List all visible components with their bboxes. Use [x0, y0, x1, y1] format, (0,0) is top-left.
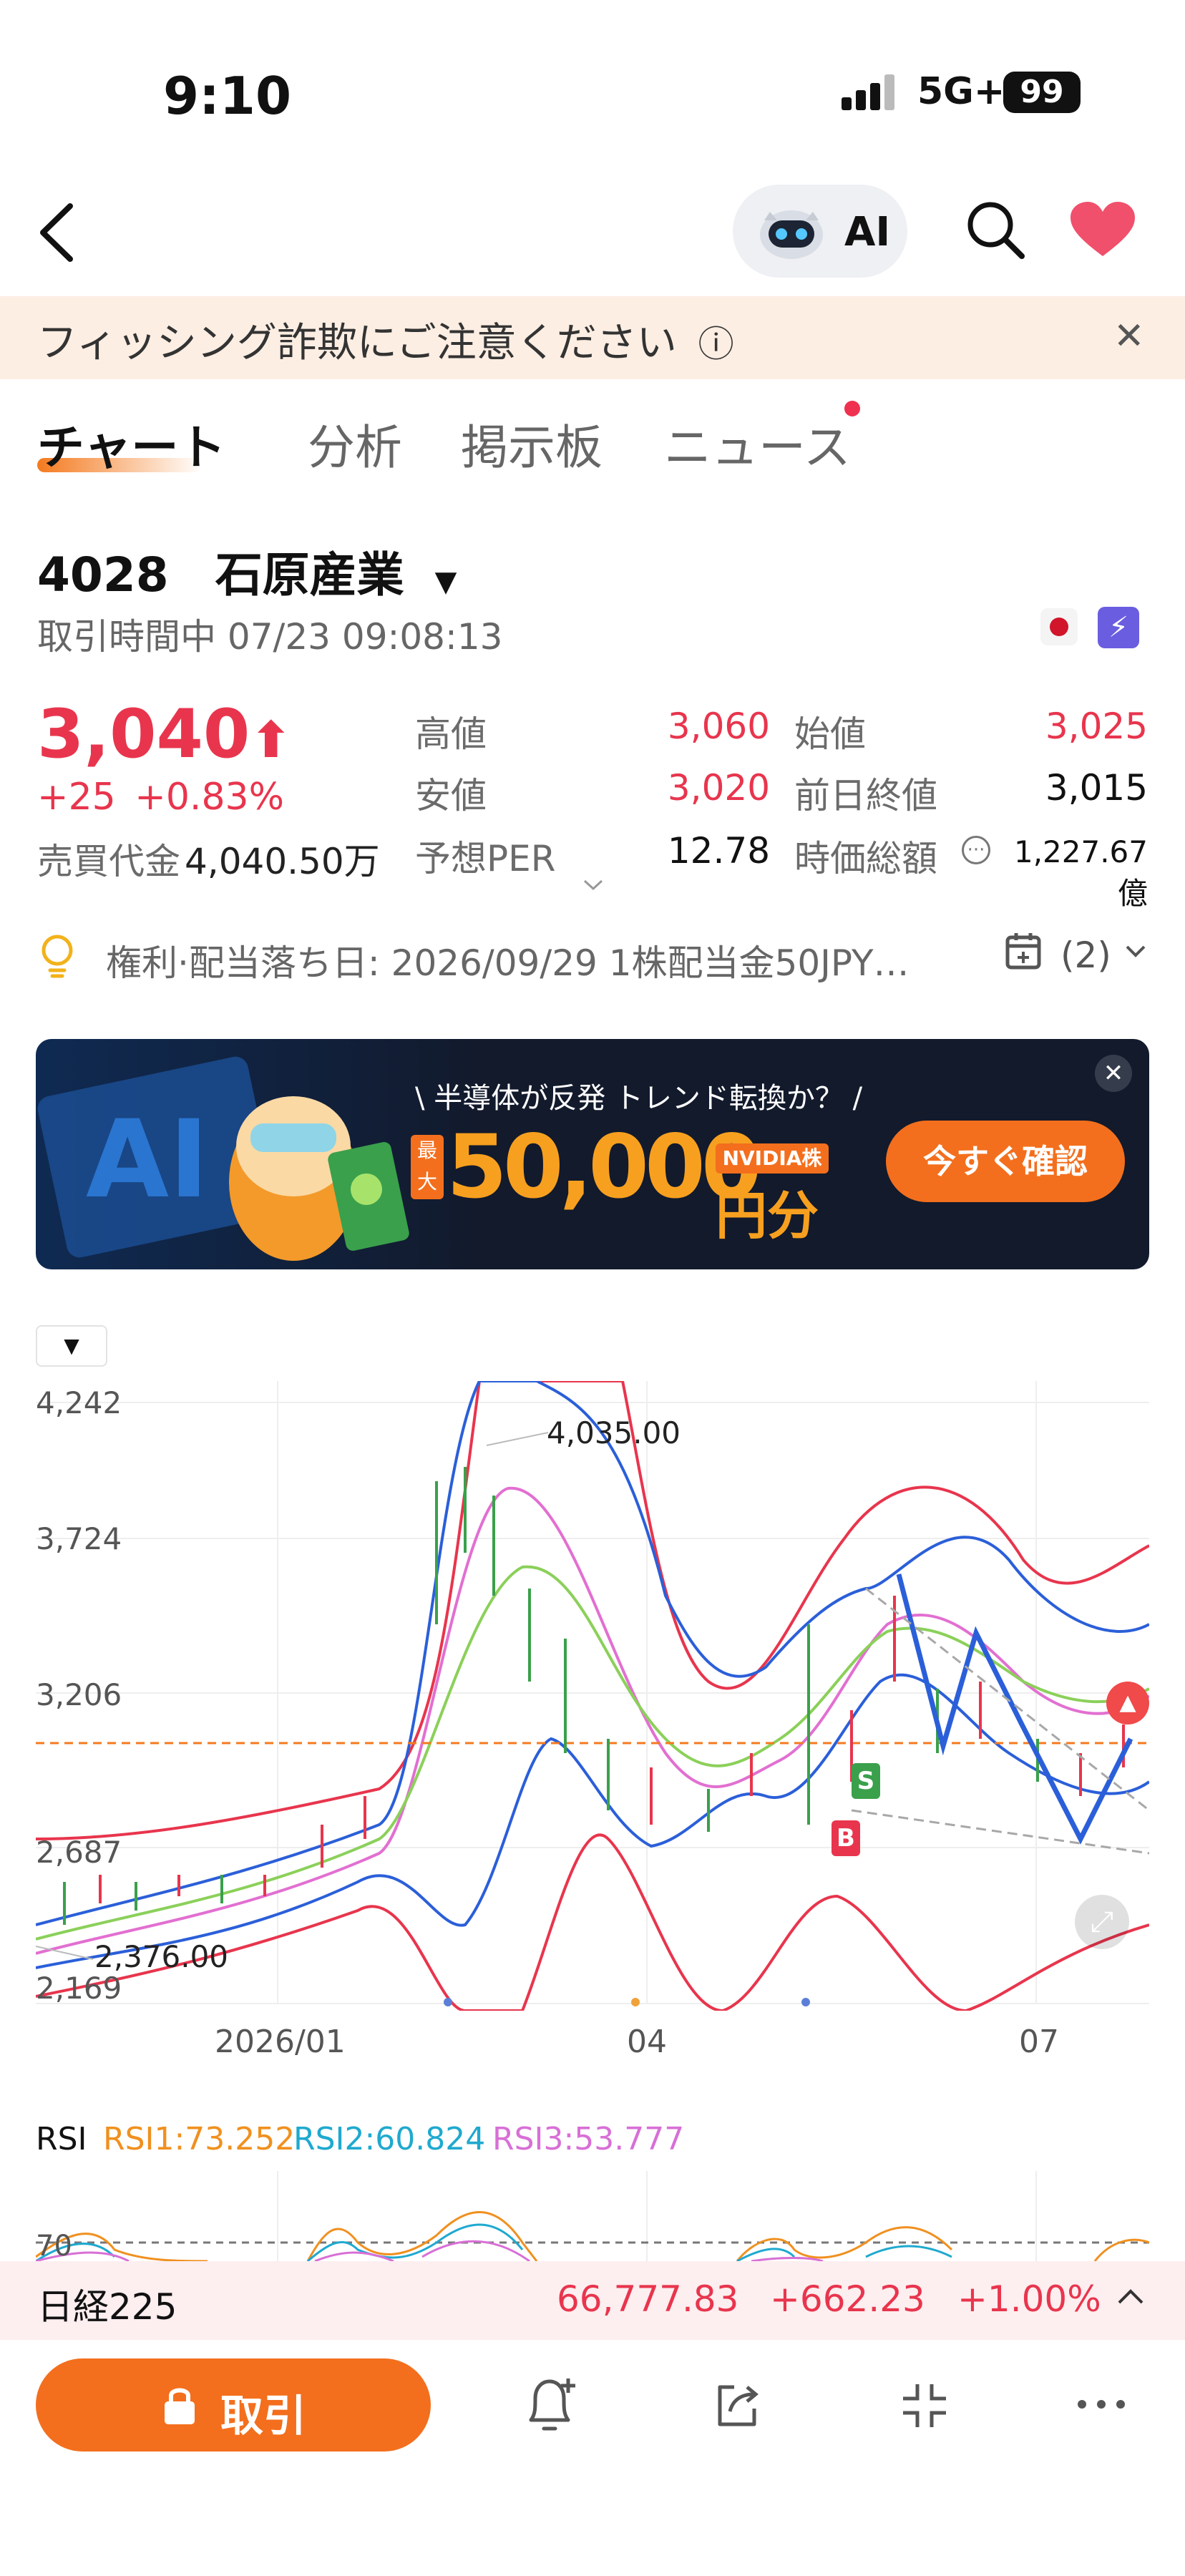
collapse-icon[interactable] [900, 2381, 949, 2430]
open-label: 始値 [794, 713, 866, 755]
mcap-value: 1,227.67億 [1013, 834, 1148, 911]
prev-close-label: 前日終値 [794, 775, 937, 816]
chart-type-dropdown[interactable]: ▼ [36, 1325, 107, 1367]
news-unread-dot [844, 401, 860, 416]
price-chart[interactable] [36, 1381, 1149, 2011]
y-tick: 3,724 [36, 1521, 122, 1556]
per-label: 予想PER [415, 838, 556, 879]
banner-amount-prefix: 最大 [411, 1135, 444, 1199]
banner-amount: 50,000 [447, 1116, 762, 1218]
prev-close-value: 3,015 [1045, 767, 1148, 809]
stock-name: 石原産業 [215, 547, 404, 602]
nikkei-change: +662.23 [770, 2278, 925, 2320]
tab-news[interactable]: ニュース [664, 409, 851, 478]
back-arrow-icon[interactable] [34, 200, 77, 265]
close-icon[interactable]: ✕ [1113, 315, 1145, 358]
low-label: 安値 [415, 775, 487, 816]
favorite-heart-icon[interactable] [1071, 202, 1135, 259]
status-time: 9:10 [163, 66, 292, 126]
dividend-count[interactable]: (2) [1060, 935, 1111, 976]
stock-title[interactable]: 4028 石原産業 ▼ [37, 537, 457, 605]
banner-amount-suffix: 円分 [716, 1186, 819, 1246]
share-icon[interactable] [713, 2380, 763, 2430]
info-icon[interactable]: ⓘ [698, 323, 734, 365]
rsi-chart[interactable] [36, 2171, 1149, 2261]
nikkei-percent: +1.00% [957, 2278, 1101, 2320]
stock-code: 4028 [37, 547, 169, 602]
expand-stats-icon[interactable] [582, 879, 604, 892]
lightning-level2-icon[interactable]: ⚡ [1098, 607, 1139, 648]
chevron-down-icon[interactable]: ▼ [435, 565, 457, 598]
y-tick: 2,169 [36, 1971, 122, 2006]
trade-label: 取引 [220, 2391, 306, 2441]
warning-label: フィッシング詐欺にご注意ください [37, 320, 677, 366]
turnover-value: 4,040.50万 [185, 841, 380, 882]
battery-icon: 99 [1003, 72, 1081, 113]
open-value: 3,025 [1045, 706, 1148, 747]
add-alert-bell-icon[interactable] [522, 2374, 580, 2436]
rsi-title[interactable]: RSI [36, 2121, 87, 2157]
nvidia-tag: NVIDIA株 [716, 1143, 829, 1174]
price-change: +25 +0.83% [37, 776, 284, 819]
tab-analysis[interactable]: 分析 [308, 409, 402, 478]
rsi3-value: RSI3:53.777 [492, 2121, 685, 2157]
y-tick: 4,242 [36, 1385, 122, 1420]
low-annotation: 2,376.00 [94, 1939, 229, 1974]
y-tick: 3,206 [36, 1677, 122, 1712]
banner-close-icon[interactable]: ✕ [1095, 1055, 1132, 1092]
japan-flag-icon [1040, 608, 1078, 645]
chevron-down-icon[interactable] [1125, 945, 1146, 959]
turnover: 売買代金 4,040.50万 [37, 833, 380, 884]
change-amount: +25 [37, 776, 116, 819]
lightbulb-icon [42, 935, 73, 978]
low-value: 3,020 [667, 767, 770, 809]
more-options-icon[interactable] [1076, 2397, 1126, 2411]
ai-robot-icon [760, 210, 823, 259]
trade-button[interactable]: 取引 [36, 2358, 431, 2451]
price-value: 3,040 [37, 696, 250, 774]
turnover-label: 売買代金 [37, 841, 180, 882]
high-label: 高値 [415, 713, 487, 755]
tab-chart[interactable]: チャート [37, 409, 225, 478]
x-tick: 04 [627, 2024, 667, 2060]
nikkei-value: 66,777.83 [557, 2278, 739, 2320]
tab-board[interactable]: 掲示板 [461, 409, 603, 478]
mcap-label: 時価総額 [794, 838, 937, 879]
dividend-info[interactable]: 権利·配当落ち日: 2026/09/29 1株配当金50JPY… [106, 935, 910, 986]
rsi1-value: RSI1:73.252 [103, 2121, 296, 2157]
cellular-signal-icon [842, 74, 894, 110]
buy-marker[interactable]: B [832, 1820, 860, 1856]
search-icon[interactable] [965, 199, 1026, 260]
trading-status: 取引時間中 07/23 09:08:13 [37, 616, 503, 658]
ai-label: AI [844, 209, 891, 255]
y-tick: 2,687 [36, 1835, 122, 1870]
chevron-up-icon[interactable] [1116, 2287, 1145, 2306]
rsi2-value: RSI2:60.824 [293, 2121, 486, 2157]
banner-confirm-button[interactable]: 今すぐ確認 [886, 1121, 1125, 1202]
nikkei-name: 日経225 [37, 2286, 177, 2328]
network-type: 5G+ [917, 70, 1005, 113]
sell-marker[interactable]: S [852, 1763, 880, 1799]
per-value: 12.78 [667, 830, 770, 872]
high-value: 3,060 [667, 706, 770, 747]
lock-icon [165, 2388, 195, 2424]
high-annotation: 4,035.00 [547, 1415, 681, 1450]
phishing-warning-text[interactable]: フィッシング詐欺にご注意ください ⓘ [37, 311, 734, 369]
up-arrow-icon: ⬆ [250, 711, 292, 769]
calendar-add-icon[interactable] [1005, 930, 1046, 972]
banner-headline: \ 半導体が反発 トレンド転換か？ / [415, 1082, 863, 1115]
x-tick: 2026/01 [215, 2024, 346, 2060]
svg-text:AI: AI [86, 1098, 209, 1222]
change-percent: +0.83% [135, 776, 285, 819]
current-price: 3,040⬆ [37, 696, 292, 774]
price-alert-icon[interactable]: ▲ [1106, 1682, 1149, 1724]
more-info-icon[interactable]: ··· [962, 836, 990, 864]
rsi-level-label: 70 [36, 2230, 72, 2263]
x-tick: 07 [1019, 2024, 1059, 2060]
fullscreen-icon[interactable]: ⤢ [1075, 1895, 1129, 1949]
